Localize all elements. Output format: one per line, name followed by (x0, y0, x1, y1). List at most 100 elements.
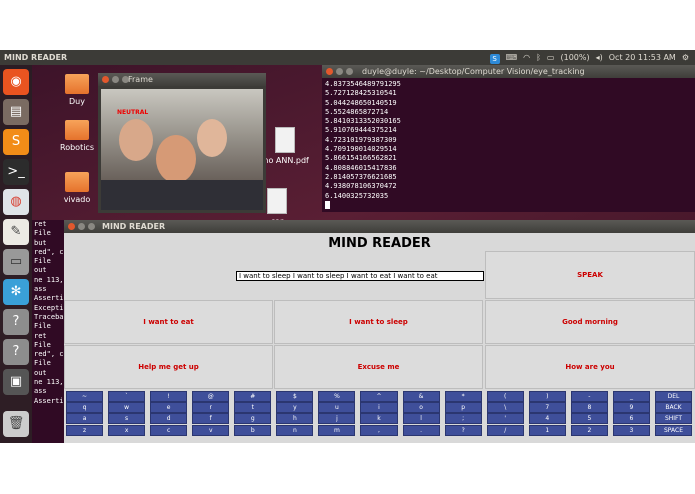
minimize-icon[interactable] (78, 223, 85, 230)
ubuntu-icon[interactable]: ◉ (3, 69, 29, 95)
key-0-13[interactable]: _ (612, 391, 650, 402)
key-3-9[interactable]: ? (444, 424, 482, 436)
key-2-5[interactable]: h (276, 413, 314, 425)
key-2-4[interactable]: g (234, 413, 272, 425)
key-1-3[interactable]: r (192, 402, 230, 414)
key-0-11[interactable]: ) (528, 391, 566, 402)
terminal-output[interactable]: 4.8373546489791295 5.727128425310541 5.0… (325, 80, 401, 212)
key-0-6[interactable]: % (318, 391, 356, 402)
phrase-i-want-to-eat-button[interactable]: I want to eat (64, 300, 273, 344)
key-0-10[interactable]: ( (486, 391, 524, 402)
key-0-9[interactable]: * (444, 391, 482, 402)
key-0-2[interactable]: ! (150, 391, 188, 402)
key-0-0[interactable]: ~ (66, 391, 104, 402)
minimize-icon[interactable] (336, 68, 343, 75)
drive-icon[interactable]: ▭ (3, 249, 29, 275)
key-1-13[interactable]: 9 (612, 402, 650, 414)
speak-button[interactable]: SPEAK (485, 251, 695, 299)
key-0-5[interactable]: $ (276, 391, 314, 402)
key-0-8[interactable]: & (402, 391, 440, 402)
key-0-14[interactable]: DEL (654, 391, 693, 402)
key-0-3[interactable]: @ (192, 391, 230, 402)
key-2-11[interactable]: 4 (528, 413, 566, 425)
key-2-12[interactable]: 5 (570, 413, 608, 425)
key-1-11[interactable]: 7 (528, 402, 566, 414)
network-icon[interactable]: ✻ (3, 279, 29, 305)
key-2-7[interactable]: k (360, 413, 398, 425)
key-3-1[interactable]: x (108, 424, 146, 436)
key-0-12[interactable]: - (570, 391, 608, 402)
help-icon-2[interactable]: ? (3, 339, 29, 365)
help-icon[interactable]: ? (3, 309, 29, 335)
key-2-0[interactable]: a (66, 413, 104, 425)
keyboard-icon[interactable]: ⌨ (506, 50, 518, 65)
key-2-13[interactable]: 6 (612, 413, 650, 425)
desktop-folder-duy[interactable]: Duy (52, 74, 102, 106)
key-3-7[interactable]: , (360, 424, 398, 436)
key-3-4[interactable]: b (234, 424, 272, 436)
phrase-i-want-to-sleep-button[interactable]: I want to sleep (274, 300, 483, 344)
key-3-6[interactable]: m (318, 424, 356, 436)
key-2-3[interactable]: f (192, 413, 230, 425)
chrome-icon[interactable]: ◍ (3, 189, 29, 215)
battery-icon[interactable]: ▭ (547, 50, 555, 65)
workspace-icon[interactable]: ▣ (3, 369, 29, 395)
key-0-7[interactable]: ^ (360, 391, 398, 402)
key-1-2[interactable]: e (150, 402, 188, 414)
editor-icon[interactable]: ✎ (3, 219, 29, 245)
key-3-0[interactable]: z (66, 424, 104, 436)
desktop-folder-robotics[interactable]: Robotics (52, 120, 102, 152)
trash-icon[interactable]: 🗑 (3, 411, 29, 437)
desktop-folder-vivado[interactable]: vivado (52, 172, 102, 204)
key-1-1[interactable]: w (108, 402, 146, 414)
key-1-0[interactable]: q (66, 402, 104, 414)
key-1-7[interactable]: i (360, 402, 398, 414)
key-2-9[interactable]: ; (444, 413, 482, 425)
key-3-10[interactable]: / (486, 424, 524, 436)
mind-reader-titlebar[interactable]: MIND READER (64, 220, 695, 233)
key-1-10[interactable]: \ (486, 402, 524, 414)
desktop-file-pdf[interactable]: ino ANN.pdf (260, 127, 310, 165)
key-0-1[interactable]: ` (108, 391, 146, 402)
files-icon[interactable]: ▤ (3, 99, 29, 125)
key-2-1[interactable]: s (108, 413, 146, 425)
key-3-3[interactable]: v (192, 424, 230, 436)
phrase-excuse-me-button[interactable]: Excuse me (274, 345, 483, 389)
key-1-5[interactable]: y (276, 402, 314, 414)
key-1-9[interactable]: p (444, 402, 482, 414)
key-1-6[interactable]: u (318, 402, 356, 414)
key-1-12[interactable]: 8 (570, 402, 608, 414)
terminal-titlebar[interactable]: duyle@duyle: ~/Desktop/Computer Vision/e… (322, 65, 695, 78)
key-3-13[interactable]: 3 (612, 424, 650, 436)
key-3-5[interactable]: n (276, 424, 314, 436)
key-1-8[interactable]: o (402, 402, 440, 414)
phrase-good-morning-button[interactable]: Good morning (485, 300, 695, 344)
key-3-8[interactable]: . (402, 424, 440, 436)
key-2-14[interactable]: SHIFT (654, 413, 693, 425)
wifi-icon[interactable]: ◠ (523, 50, 530, 65)
key-3-14[interactable]: SPACE (654, 424, 693, 436)
key-3-11[interactable]: 1 (528, 424, 566, 436)
minimize-icon[interactable] (112, 76, 119, 83)
key-2-8[interactable]: l (402, 413, 440, 425)
message-input[interactable]: I want to sleep I want to sleep I want t… (236, 271, 484, 281)
close-icon[interactable] (68, 223, 75, 230)
clock[interactable]: Oct 20 11:53 AM (609, 50, 676, 65)
key-1-14[interactable]: BACK (654, 402, 693, 414)
key-3-12[interactable]: 2 (570, 424, 608, 436)
key-0-4[interactable]: # (234, 391, 272, 402)
skype-icon[interactable]: S (489, 53, 500, 64)
bluetooth-icon[interactable]: ᛒ (536, 50, 541, 65)
phrase-how-are-you-button[interactable]: How are you (485, 345, 695, 389)
key-2-10[interactable]: ' (486, 413, 524, 425)
close-icon[interactable] (102, 76, 109, 83)
sublime-icon[interactable]: S (3, 129, 29, 155)
key-2-6[interactable]: j (318, 413, 356, 425)
maximize-icon[interactable] (88, 223, 95, 230)
background-terminal[interactable]: ret File but red", c File out ne 113, ass Assert… (32, 220, 66, 443)
gear-icon[interactable]: ⚙ (682, 50, 689, 65)
terminal-icon[interactable]: >_ (3, 159, 29, 185)
close-icon[interactable] (326, 68, 333, 75)
key-3-2[interactable]: c (150, 424, 188, 436)
maximize-icon[interactable] (346, 68, 353, 75)
